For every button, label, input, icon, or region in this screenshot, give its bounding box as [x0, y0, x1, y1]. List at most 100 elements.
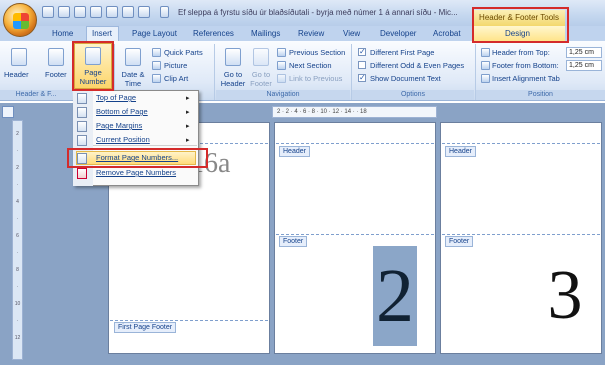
- tab-page-layout[interactable]: Page Layout: [132, 26, 177, 41]
- footer-from-bottom-input[interactable]: 1,25 cm: [566, 60, 602, 71]
- navigation-group-label: Navigation: [216, 90, 350, 100]
- page-2-header-tag: Header: [279, 146, 310, 157]
- customize-qat-icon[interactable]: [160, 6, 169, 18]
- picture-icon: [152, 61, 161, 70]
- footer-button[interactable]: Footer: [45, 70, 67, 79]
- submenu-arrow-icon: ▸: [186, 109, 190, 116]
- quick-parts-icon: [152, 48, 161, 57]
- page-3-number: 3: [547, 257, 583, 334]
- date-time-button[interactable]: Date & Time: [118, 70, 148, 88]
- goto-footer-icon: [253, 48, 269, 66]
- picture-button[interactable]: Picture: [164, 61, 187, 70]
- draw-table-icon[interactable]: [122, 6, 134, 18]
- tab-selector-button[interactable]: [2, 106, 14, 118]
- quick-parts-button[interactable]: Quick Parts: [164, 48, 203, 57]
- save-icon[interactable]: [42, 6, 54, 18]
- first-page-footer-tag: First Page Footer: [114, 322, 177, 333]
- page-2-header-boundary: [276, 143, 434, 144]
- tab-view[interactable]: View: [343, 26, 360, 41]
- vertical-ruler-tick: ·: [16, 148, 19, 154]
- vertical-ruler-ticks: 2 · 2 · 4 · 6 · 8 · 10 · 12: [12, 126, 23, 347]
- goto-header-button[interactable]: Go to Header: [218, 70, 248, 88]
- previous-section-icon: [277, 48, 286, 57]
- tab-mailings[interactable]: Mailings: [251, 26, 280, 41]
- different-odd-even-checkbox[interactable]: [358, 61, 366, 69]
- show-document-text-label: Show Document Text: [370, 74, 441, 83]
- vertical-ruler-tick: ·: [16, 284, 19, 290]
- tab-references[interactable]: References: [193, 26, 234, 41]
- footer-position-icon: [481, 61, 490, 70]
- submenu-arrow-icon: ▸: [186, 123, 190, 130]
- page-2-number[interactable]: 2: [373, 248, 417, 344]
- office-button[interactable]: [3, 3, 37, 37]
- footer-from-bottom-label: Footer from Bottom:: [492, 61, 559, 70]
- next-section-button[interactable]: Next Section: [289, 61, 332, 70]
- vertical-ruler-tick: ·: [16, 250, 19, 256]
- date-time-icon: [125, 48, 141, 66]
- page-3-header-boundary: [442, 143, 600, 144]
- show-document-text-checkbox[interactable]: [358, 73, 366, 82]
- clip-art-icon: [152, 74, 161, 83]
- page-2-footer-tag: Footer: [279, 236, 308, 247]
- remove-page-numbers-icon: [77, 168, 87, 179]
- page-3-footer-tag: Footer: [445, 236, 474, 247]
- window-title: Ef sleppa á fyrstu síðu úr blaðsíðutali …: [178, 8, 458, 17]
- insert-alignment-tab-icon: [481, 74, 490, 83]
- tab-home[interactable]: Home: [52, 26, 73, 41]
- link-to-previous-button[interactable]: Link to Previous: [289, 74, 342, 83]
- vertical-ruler-tick: 8: [16, 267, 19, 273]
- clip-art-button[interactable]: Clip Art: [164, 74, 188, 83]
- current-position-icon: [77, 135, 87, 146]
- previous-section-button[interactable]: Previous Section: [289, 48, 345, 57]
- redo-icon[interactable]: [74, 6, 86, 18]
- vertical-ruler-tick: 12: [14, 335, 21, 341]
- bottom-of-page-icon: [77, 107, 87, 118]
- vertical-ruler-tick: ·: [16, 182, 19, 188]
- office-logo-icon: [13, 13, 29, 29]
- position-group-label: Position: [476, 90, 605, 100]
- page-3-footer-boundary: [442, 234, 600, 235]
- menu-item-remove-page-numbers[interactable]: Remove Page Numbers: [96, 166, 176, 180]
- menu-item-bottom-of-page[interactable]: Bottom of Page: [96, 105, 148, 119]
- goto-footer-button[interactable]: Go to Footer: [246, 70, 276, 88]
- submenu-arrow-icon: ▸: [186, 95, 190, 102]
- vertical-ruler-tick: 2: [16, 165, 19, 171]
- annotation-page-number-button: [72, 41, 114, 91]
- annotation-design-tab: [472, 7, 569, 43]
- header-icon: [11, 48, 27, 66]
- menu-separator: [93, 145, 197, 146]
- undo-icon[interactable]: [58, 6, 70, 18]
- horizontal-ruler[interactable]: 2 · 2 · 4 · 6 · 8 · 10 · 12 · 14 · · 18: [272, 106, 437, 118]
- tab-review[interactable]: Review: [298, 26, 324, 41]
- tab-insert[interactable]: Insert: [92, 26, 112, 41]
- spelling-icon[interactable]: [106, 6, 118, 18]
- insert-alignment-tab-button[interactable]: Insert Alignment Tab: [492, 74, 560, 83]
- header-position-icon: [481, 48, 490, 57]
- vertical-ruler-tick: ·: [16, 216, 19, 222]
- menu-item-page-margins[interactable]: Page Margins: [96, 119, 142, 133]
- page-3-header-tag: Header: [445, 146, 476, 157]
- header-footer-group-label: Header & F...: [0, 90, 72, 100]
- tab-acrobat[interactable]: Acrobat: [433, 26, 461, 41]
- tab-developer[interactable]: Developer: [380, 26, 416, 41]
- print-preview-icon[interactable]: [90, 6, 102, 18]
- next-section-icon: [277, 61, 286, 70]
- vertical-ruler-tick: 2: [16, 131, 19, 137]
- different-odd-even-label: Different Odd & Even Pages: [370, 61, 465, 70]
- header-button[interactable]: Header: [4, 70, 29, 79]
- header-from-top-label: Header from Top:: [492, 48, 550, 57]
- page-margins-icon: [77, 121, 87, 132]
- submenu-arrow-icon: ▸: [186, 137, 190, 144]
- new-document-icon[interactable]: [138, 6, 150, 18]
- footer-icon: [48, 48, 64, 66]
- options-group-label: Options: [352, 90, 474, 100]
- different-first-page-checkbox[interactable]: [358, 47, 366, 56]
- page-1-footer-boundary: [110, 320, 268, 321]
- header-from-top-input[interactable]: 1,25 cm: [566, 47, 602, 58]
- group-separator: [214, 44, 215, 100]
- goto-header-icon: [225, 48, 241, 66]
- vertical-ruler-tick: 4: [16, 199, 19, 205]
- menu-item-top-of-page[interactable]: Top of Page: [96, 91, 136, 105]
- annotation-format-page-numbers: [67, 148, 208, 168]
- top-of-page-icon: [77, 93, 87, 104]
